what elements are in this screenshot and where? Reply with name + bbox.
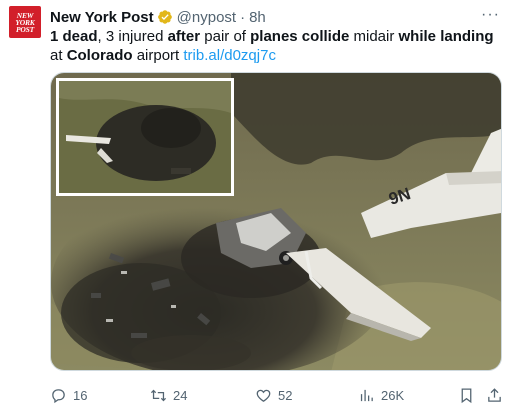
new-york-post-avatar[interactable]: NEW YORK POST [9, 6, 41, 38]
reply-count: 16 [73, 387, 88, 403]
text-segment: while landing [398, 28, 494, 45]
view-count: 26K [381, 387, 405, 403]
text-segment: pair of [200, 28, 251, 45]
views-button[interactable]: 26K [358, 387, 404, 404]
separator-dot: · [240, 8, 246, 26]
like-button[interactable]: 52 [255, 387, 292, 404]
text-segment: after [167, 28, 201, 45]
text-segment: planes collide [250, 28, 350, 45]
reply-button[interactable]: 16 [50, 387, 87, 404]
text-segment: , 3 injured [97, 28, 168, 45]
text-segment: at [50, 47, 67, 64]
text-segment: Colorado [66, 47, 133, 64]
repost-button[interactable]: 24 [150, 387, 187, 404]
tweet-text: 1 dead, 3 injured after pair of planes c… [50, 27, 500, 65]
text-segment: airport [132, 47, 184, 64]
verified-badge-icon[interactable] [157, 9, 173, 25]
bookmark-icon [461, 387, 472, 403]
bookmark-button[interactable] [458, 387, 475, 404]
more-options-icon[interactable]: ··· [481, 6, 500, 24]
like-count: 52 [278, 387, 293, 403]
article-link[interactable]: trib.al/d0zqj7c [183, 47, 276, 64]
tweet-header: New York Post @nypost · 8h [50, 8, 266, 26]
repost-icon [150, 389, 167, 401]
text-segment: 1 dead [50, 28, 98, 45]
tweet-media-image[interactable]: 9N [50, 72, 502, 371]
share-button[interactable] [486, 387, 503, 404]
display-name[interactable]: New York Post [50, 9, 154, 26]
tweet-actions-bar: 16 24 52 26K [50, 385, 502, 405]
analytics-icon [360, 389, 373, 401]
aerial-crash-photo: 9N [51, 73, 501, 370]
share-icon [488, 387, 501, 402]
avatar-logo-text: NEW YORK POST [15, 10, 35, 34]
reply-icon [52, 388, 65, 403]
timestamp[interactable]: 8h [249, 9, 266, 26]
repost-count: 24 [173, 387, 188, 403]
text-segment: midair [349, 28, 399, 45]
user-handle[interactable]: @nypost [177, 9, 236, 26]
heart-icon [256, 389, 271, 402]
